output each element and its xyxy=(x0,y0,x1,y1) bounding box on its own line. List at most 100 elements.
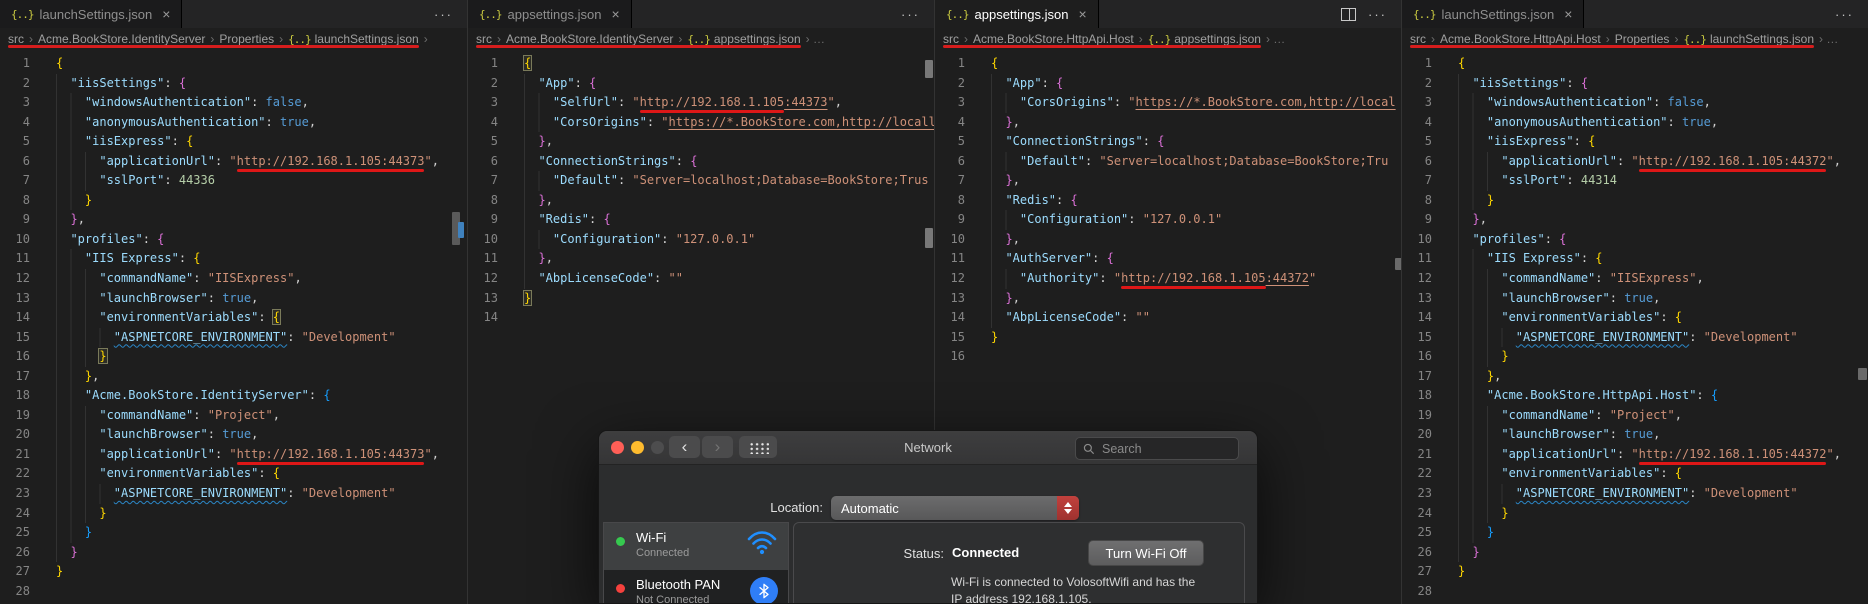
breadcrumb-item[interactable]: Acme.BookStore.IdentityServer xyxy=(506,32,673,46)
line-number: 10 xyxy=(950,231,965,246)
close-icon[interactable]: × xyxy=(162,6,170,22)
code-line: 11 }, xyxy=(468,249,934,270)
code-line: 10 "profiles": { xyxy=(0,229,467,250)
breadcrumb-item[interactable]: src xyxy=(943,32,959,46)
breadcrumb-item[interactable]: Acme.BookStore.HttpApi.Host xyxy=(973,32,1134,46)
tab-appsettings.json[interactable]: {..} appsettings.json × xyxy=(468,0,632,28)
breadcrumb-item[interactable]: Acme.BookStore.IdentityServer xyxy=(38,32,205,46)
code-line: 16 } xyxy=(0,347,467,367)
turn-wifi-off-button[interactable]: Turn Wi-Fi Off xyxy=(1088,540,1204,566)
line-number: 19 xyxy=(1417,407,1432,422)
breadcrumb-item[interactable]: appsettings.json xyxy=(1174,32,1261,46)
breadcrumb-item[interactable]: src xyxy=(8,32,24,46)
service-row-wifi[interactable]: Wi-Fi Connected xyxy=(604,523,788,570)
code-line: 25 } xyxy=(0,523,467,543)
code-token: http://192.168.1.105 xyxy=(1121,271,1266,286)
close-icon[interactable]: × xyxy=(1564,6,1572,22)
line-number: 13 xyxy=(15,290,30,305)
code-token: , xyxy=(251,427,259,442)
code-token: } xyxy=(1005,114,1013,129)
code-token: , xyxy=(1012,114,1020,129)
code-token: : xyxy=(646,114,662,129)
code-line-text: "Configuration": "127.0.0.1" xyxy=(524,229,756,250)
code-line-text: "Configuration": "127.0.0.1" xyxy=(991,210,1222,230)
more-actions-icon[interactable]: ··· xyxy=(434,8,453,21)
more-actions-icon[interactable]: ··· xyxy=(901,8,920,21)
more-actions-icon[interactable]: ··· xyxy=(1368,8,1387,21)
code-token: "Server=localhost;Database=BookStore;Tru… xyxy=(632,173,929,188)
overview-ruler-mark xyxy=(458,222,464,238)
breadcrumb-item[interactable]: appsettings.json xyxy=(714,32,801,46)
code-line: 5 }, xyxy=(468,132,934,152)
code-line: 17 }, xyxy=(1402,366,1868,387)
service-row-bluetooth[interactable]: Bluetooth PAN Not Connected xyxy=(604,570,788,603)
code-line-text: "ConnectionStrings": { xyxy=(991,132,1164,152)
code-token: { xyxy=(1056,75,1064,90)
connection-status-panel: Status: Connected Turn Wi-Fi Off Wi-Fi i… xyxy=(793,522,1245,603)
service-name: Bluetooth PAN xyxy=(636,577,721,592)
code-token: { xyxy=(272,466,280,481)
code-token: { xyxy=(1458,56,1466,70)
breadcrumb-item[interactable]: launchSettings.json xyxy=(315,32,419,46)
line-number: 25 xyxy=(15,525,30,540)
breadcrumb-item[interactable]: Acme.BookStore.HttpApi.Host xyxy=(1440,32,1601,46)
breadcrumb-item[interactable]: src xyxy=(1410,32,1426,46)
code-line: 2 "App": { xyxy=(468,73,934,94)
code-token: , xyxy=(1833,153,1841,168)
code-token: http://192.168.1.105:44373 xyxy=(236,446,425,461)
breadcrumb-item[interactable]: Properties xyxy=(1615,32,1670,46)
tab-launchSettings.json[interactable]: {..} launchSettings.json × xyxy=(0,0,183,28)
json-file-icon: {..} xyxy=(1147,32,1171,46)
code-line: 6 "Default": "Server=localhost;Database=… xyxy=(935,151,1401,172)
code-line: 2 "App": { xyxy=(935,73,1401,94)
tab-appsettings.json[interactable]: {..} appsettings.json × xyxy=(935,0,1099,28)
location-dropdown[interactable]: Automatic xyxy=(831,496,1079,520)
code-token: "environmentVariables" xyxy=(99,466,259,481)
code-line-text: "applicationUrl": "http://192.168.1.105:… xyxy=(1458,444,1841,465)
search-input[interactable] xyxy=(1100,440,1214,457)
code-line: 28 xyxy=(0,582,467,602)
split-editor-icon[interactable] xyxy=(1341,7,1356,21)
code-token: : xyxy=(1041,75,1057,90)
code-token: "profiles" xyxy=(1472,231,1545,246)
line-number: 19 xyxy=(15,407,30,422)
line-number: 9 xyxy=(957,212,965,227)
code-token: } xyxy=(56,564,64,579)
line-number: 10 xyxy=(1417,231,1432,246)
code-token: "127.0.0.1" xyxy=(675,231,756,246)
line-number: 8 xyxy=(1424,192,1432,207)
code-token: { xyxy=(690,153,698,168)
code-line-text: "sslPort": 44314 xyxy=(1458,171,1617,191)
code-line: 6 "ConnectionStrings": { xyxy=(468,151,934,172)
code-token: " xyxy=(424,153,432,168)
code-token: "profiles" xyxy=(70,231,143,246)
breadcrumb-item[interactable]: src xyxy=(476,32,492,46)
tab-launchSettings.json[interactable]: {..} launchSettings.json × xyxy=(1402,0,1585,28)
code-token: { xyxy=(1674,310,1682,325)
code-token: : xyxy=(1660,466,1675,481)
breadcrumb-item[interactable]: launchSettings.json xyxy=(1710,32,1814,46)
close-icon[interactable]: × xyxy=(1078,6,1086,22)
tab-bar: {..} appsettings.json × ··· xyxy=(935,0,1401,28)
code-line: 1{ xyxy=(0,54,467,74)
code-token: true xyxy=(1624,290,1654,305)
close-icon[interactable]: × xyxy=(611,6,619,22)
code-token: } xyxy=(70,544,78,559)
chevron-right-icon: › xyxy=(1674,32,1679,46)
code-line: 13 "launchBrowser": true, xyxy=(0,288,467,309)
more-actions-icon[interactable]: ··· xyxy=(1835,8,1854,21)
code-token: false xyxy=(1667,95,1704,110)
search-field[interactable] xyxy=(1075,437,1239,460)
code-token: } xyxy=(538,251,546,266)
code-token: "anonymousAuthentication" xyxy=(1486,114,1668,129)
breadcrumb-item[interactable]: Properties xyxy=(219,32,274,46)
